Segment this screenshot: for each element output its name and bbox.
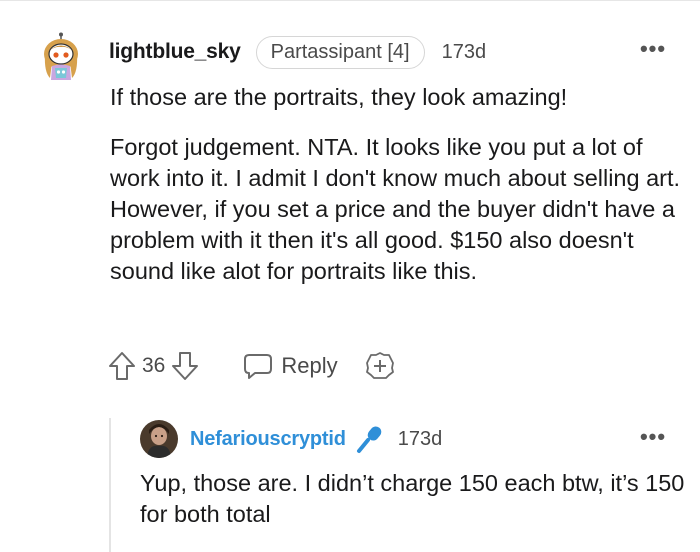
reply-button[interactable]: Reply <box>243 352 338 380</box>
arrow-up-icon[interactable] <box>108 351 136 381</box>
arrow-down-icon[interactable] <box>171 351 199 381</box>
comment-paragraph: Forgot judgement. NTA. It looks like you… <box>110 134 681 284</box>
comment-paragraph: If those are the portraits, they look am… <box>110 84 568 110</box>
reply-label: Reply <box>281 353 338 378</box>
comment-actions: 36 Reply <box>108 348 395 384</box>
comment-header: lightblue_sky Partassipant [4] 173d <box>109 34 486 70</box>
username[interactable]: Nefariouscryptid <box>190 428 346 451</box>
comment-thread: lightblue_sky Partassipant [4] 173d ••• … <box>0 0 700 552</box>
avatar[interactable] <box>140 420 178 458</box>
reply-header: Nefariouscryptid 173d <box>190 422 442 456</box>
avatar[interactable] <box>40 32 82 82</box>
more-options-icon[interactable]: ••• <box>638 34 668 64</box>
user-flair: Partassipant [4] <box>255 35 425 69</box>
more-options-icon[interactable]: ••• <box>638 422 668 452</box>
microphone-icon <box>354 424 384 454</box>
thread-line[interactable] <box>109 418 111 552</box>
divider <box>0 0 700 1</box>
timestamp[interactable]: 173d <box>442 41 487 64</box>
reply-text: Yup, those are. I didn’t charge 150 each… <box>140 470 685 527</box>
speech-bubble-icon <box>243 352 273 380</box>
timestamp[interactable]: 173d <box>398 428 443 451</box>
username[interactable]: lightblue_sky <box>109 40 241 64</box>
vote-count: 36 <box>142 354 166 377</box>
add-award-icon[interactable] <box>365 351 395 381</box>
